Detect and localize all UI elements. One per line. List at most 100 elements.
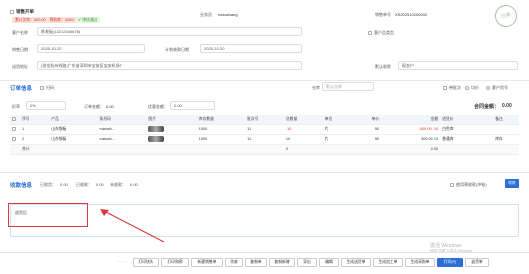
- account-label: 默认收款: [375, 64, 391, 69]
- apply-payment-button[interactable]: 收款: [505, 179, 519, 188]
- option-batch[interactable]: 带批次: [443, 85, 461, 91]
- row-select-header[interactable]: [10, 115, 20, 125]
- table-row[interactable]: 1 山东钢板 miaosh... 1000 11 -10 片 50 -500.0…: [10, 124, 519, 135]
- cell-no: 2: [20, 134, 50, 145]
- print-button[interactable]: 打印(P): [437, 258, 463, 267]
- cell-qty[interactable]: 10: [283, 134, 323, 145]
- more-icon[interactable]: · · ·: [118, 259, 126, 265]
- customer-code-radio[interactable]: [486, 85, 490, 90]
- received-label: 已收款： 0.00: [76, 182, 104, 187]
- col-amount: 金额: [381, 115, 441, 125]
- copy-button[interactable]: 复制单: [245, 258, 267, 267]
- col-product: 产品: [49, 115, 98, 125]
- cell-unit: 片: [322, 124, 352, 135]
- order-amount-value: 0.00: [106, 104, 114, 109]
- annotation-highlight-box: [8, 203, 88, 227]
- scan-checkbox-box[interactable]: [40, 85, 44, 90]
- total-label: 合同金额：: [474, 104, 500, 110]
- customer-field[interactable]: 陈老板(13212345678): [37, 27, 302, 36]
- table-sum-row: 合计 0 0.00: [10, 144, 519, 155]
- cell-product[interactable]: 山东钢板: [49, 134, 98, 145]
- cell-price[interactable]: 50: [351, 134, 382, 145]
- account-field[interactable]: 现金户: [398, 61, 518, 70]
- table-row[interactable]: 2 山东钢板 miaosh... 1000 11 10 片 50 500.00 …: [10, 134, 519, 145]
- order-section-title: 订单信息: [10, 86, 33, 92]
- product-thumbnail: [146, 134, 197, 145]
- avg-radio[interactable]: [465, 85, 469, 90]
- order-amount-label: 订单金额：: [84, 104, 104, 109]
- cell-stock: 1000: [196, 134, 246, 145]
- return-order-button[interactable]: 退货单: [465, 258, 489, 267]
- batch-checkbox[interactable]: [443, 85, 447, 90]
- option-customer-code[interactable]: 客户货号: [486, 85, 508, 91]
- address-label: 送货地址: [12, 64, 28, 69]
- cell-amount: -500.00 -10: [381, 124, 441, 135]
- cell-warehouse: 普通库: [440, 134, 479, 145]
- use-prepay-checkbox[interactable]: 使用预收款(冲账): [450, 182, 487, 188]
- table-header-row: 序号 产品 条形码 图片 库存数量 批次号 总数量 单位 单价 金额 进货价 备…: [10, 115, 519, 125]
- select-all-checkbox[interactable]: [10, 9, 14, 14]
- col-code: 条形码: [97, 115, 147, 125]
- address-field[interactable]: (张龙杭州线路)广东省深圳市宝安区宝安机场T: [37, 61, 302, 70]
- customer-label: 客户名称: [12, 30, 28, 35]
- order-no-value: XS202510200002: [395, 12, 428, 17]
- new-sales-order-button[interactable]: 新建销售单: [191, 258, 223, 267]
- cell-note[interactable]: [479, 124, 519, 135]
- warehouse-label: 仓库: [312, 85, 320, 90]
- discount-field[interactable]: 0%: [26, 101, 66, 110]
- check-icon: ✔: [78, 18, 82, 22]
- sum-label: 合计: [20, 144, 50, 155]
- scan-checkbox[interactable]: 扫码: [40, 85, 54, 91]
- warehouse-select[interactable]: 默认仓库: [322, 82, 374, 91]
- sum-qty: 0: [283, 144, 323, 155]
- print-header-button[interactable]: 打印快头: [133, 258, 159, 267]
- salesperson-label: 业务员: [200, 12, 212, 17]
- col-batch: 批次号: [245, 115, 284, 125]
- product-table: 序号 产品 条形码 图片 库存数量 批次号 总数量 单位 单价 金额 进货价 备…: [10, 115, 519, 155]
- cell-code: miaosh...: [97, 134, 147, 145]
- cell-price[interactable]: 50: [351, 124, 382, 135]
- product-thumbnail: [146, 124, 197, 135]
- gen-delivery-button[interactable]: 生成送货单: [341, 258, 371, 267]
- divider: [0, 80, 529, 81]
- print-preview-button[interactable]: 打印和预: [161, 258, 189, 267]
- sales-date-field[interactable]: 2025-10-20: [37, 44, 145, 53]
- paid-label: 已收货： 0.00: [40, 182, 68, 187]
- cell-qty[interactable]: -10: [283, 124, 323, 135]
- cell-batch: 11: [245, 134, 284, 145]
- order-no-label: 销售单号: [375, 12, 391, 17]
- pay-amount-field[interactable]: 0.00: [170, 101, 215, 110]
- col-cost: 进货价: [440, 115, 479, 125]
- row-checkbox[interactable]: [10, 124, 20, 135]
- col-note: 备注: [479, 115, 519, 125]
- plan-date-field[interactable]: 2025-10-20: [200, 44, 302, 53]
- edit-button[interactable]: 编辑: [319, 258, 339, 267]
- col-stock[interactable]: 库存数量: [196, 115, 246, 125]
- col-price: 单价: [351, 115, 382, 125]
- approved-stamp: 已审: [492, 2, 520, 30]
- sales-date-label: 销售日期: [12, 47, 28, 52]
- bottom-toolbar: · · · 打印快头 打印和预 新建销售单 作废 复制单 复制新增 导出 编辑 …: [0, 252, 529, 274]
- cell-unit: 片: [322, 134, 352, 145]
- gen-processing-button[interactable]: 生成加工单: [373, 258, 403, 267]
- export-button[interactable]: 导出: [297, 258, 317, 267]
- use-prepay-box[interactable]: [450, 182, 454, 187]
- col-qty: 总数量: [283, 115, 323, 125]
- cell-product[interactable]: 山东钢板: [49, 124, 98, 135]
- total-value: 0.00: [502, 103, 512, 109]
- option-avg[interactable]: 均价: [465, 85, 479, 91]
- row-checkbox[interactable]: [10, 134, 20, 145]
- cell-note[interactable]: 库存: [479, 134, 519, 145]
- void-button[interactable]: 作废: [225, 258, 243, 267]
- balance-badge: 累计欠款：500.00 预收款：4300.00: [12, 17, 82, 23]
- sum-total: 0.00: [381, 144, 441, 155]
- gen-purchase-button[interactable]: 生成采购单: [405, 258, 435, 267]
- plan-date-label: 计划收款日期: [165, 47, 189, 52]
- copy-new-button[interactable]: 复制新增: [269, 258, 295, 267]
- header: 销售开单 累计欠款：500.00 预收款：4300.00 ✔ 审核通过 业务员 …: [0, 0, 529, 30]
- new-customer-checkbox[interactable]: 客户品类型: [368, 30, 394, 36]
- salesperson-value: miaoshang: [218, 12, 238, 17]
- divider: [0, 172, 529, 173]
- cell-no: 1: [20, 124, 50, 135]
- new-customer-checkbox-box[interactable]: [368, 30, 372, 35]
